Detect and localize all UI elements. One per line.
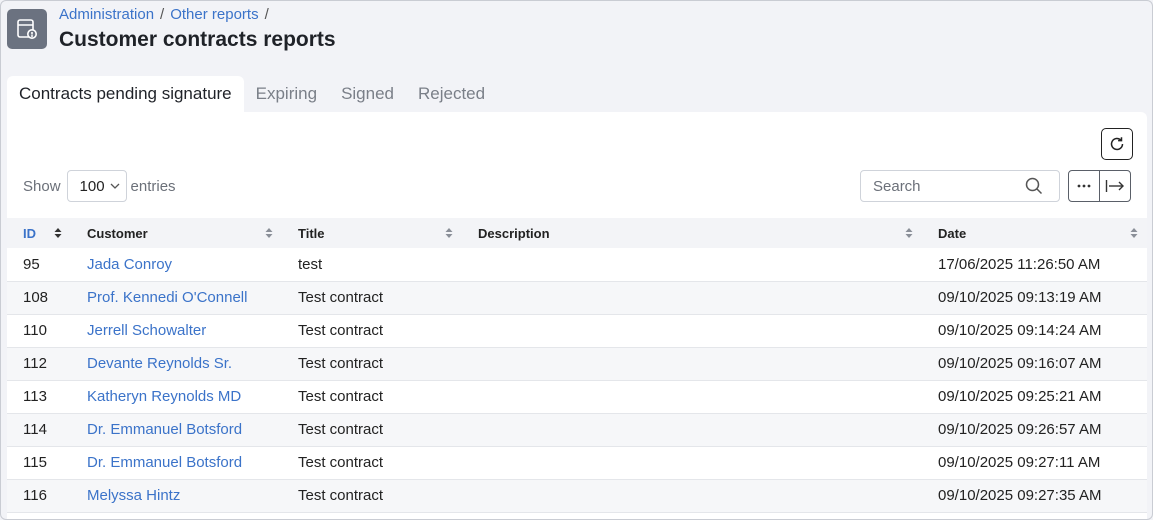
cell-description	[462, 413, 922, 446]
cell-title: Test contract	[298, 322, 384, 339]
table-row: 108 Prof. Kennedi O'Connell Test contrac…	[7, 281, 1147, 314]
refresh-button[interactable]	[1101, 128, 1133, 160]
customer-link[interactable]: Katheryn Reynolds MD	[87, 388, 241, 405]
cell-date: 17/06/2025 11:26:50 AM	[938, 255, 1101, 273]
customer-link[interactable]: Jada Conroy	[87, 256, 172, 273]
search-box	[860, 170, 1060, 202]
customer-link[interactable]: Dr. Emmanuel Botsford	[87, 421, 242, 438]
table-actions-group	[1068, 170, 1131, 202]
more-icon	[1077, 184, 1091, 188]
cell-title: Test contract	[298, 421, 384, 438]
customer-link[interactable]: Prof. Kennedi O'Connell	[87, 289, 247, 306]
entries-label: entries	[130, 177, 176, 195]
search-icon[interactable]	[1025, 177, 1043, 195]
entries-value: 100	[79, 177, 105, 195]
cell-id: 114	[23, 421, 47, 438]
customer-link[interactable]: Dr. Emmanuel Botsford	[87, 454, 242, 471]
table-header-row: ID Customer Title Description Date	[7, 218, 1147, 248]
cell-description	[462, 281, 922, 314]
more-button[interactable]	[1069, 171, 1099, 201]
page-header: Administration / Other reports / Customer c…	[7, 7, 1147, 67]
sort-icon	[1130, 228, 1138, 238]
table-row: 115 Dr. Emmanuel Botsford Test contract …	[7, 446, 1147, 479]
column-header-title[interactable]: Title	[282, 218, 462, 248]
cell-title: Test contract	[298, 454, 384, 471]
cell-id: 115	[23, 454, 47, 471]
cell-id: 110	[23, 322, 47, 339]
table-row: 116 Melyssa Hintz Test contract 09/10/20…	[7, 479, 1147, 512]
customer-link[interactable]: Devante Reynolds Sr.	[87, 355, 232, 372]
sort-icon	[445, 228, 453, 238]
cell-date: 09/10/2025 09:16:07 AM	[938, 355, 1102, 372]
tab-rejected[interactable]: Rejected	[406, 76, 497, 112]
cell-title: Test contract	[298, 289, 384, 306]
cell-description	[462, 380, 922, 413]
sort-icon	[905, 228, 913, 238]
cell-date: 09/10/2025 09:13:19 AM	[938, 289, 1102, 306]
cell-date: 09/10/2025 09:27:35 AM	[938, 487, 1102, 504]
breadcrumb-separator: /	[264, 6, 269, 23]
cell-id: 112	[23, 355, 47, 372]
cell-description	[462, 479, 922, 512]
column-header-description[interactable]: Description	[462, 218, 922, 248]
breadcrumb-other-reports[interactable]: Other reports	[170, 6, 258, 23]
cell-description	[462, 446, 922, 479]
cell-date: 09/10/2025 09:25:21 AM	[938, 388, 1102, 405]
page-title: Customer contracts reports	[59, 28, 336, 51]
breadcrumb-administration[interactable]: Administration	[59, 6, 154, 23]
cell-title: Test contract	[298, 487, 384, 504]
cell-title: Test contract	[298, 355, 384, 372]
refresh-icon	[1110, 137, 1124, 151]
cell-id: 108	[23, 289, 49, 306]
customer-link[interactable]: Melyssa Hintz	[87, 487, 180, 504]
cell-description	[462, 248, 922, 281]
chevron-down-icon	[110, 183, 120, 189]
cell-date: 09/10/2025 09:14:24 AM	[938, 322, 1102, 339]
breadcrumb: Administration / Other reports /	[59, 7, 275, 23]
report-panel: Show 100 entries Search ID Customer Titl…	[7, 112, 1147, 519]
customer-link[interactable]: Jerrell Schowalter	[87, 322, 206, 339]
table-row: 114 Dr. Emmanuel Botsford Test contract …	[7, 413, 1147, 446]
cell-description	[462, 314, 922, 347]
table-row: 95 Jada Conroy test 17/06/2025 11:26:50 …	[7, 248, 1147, 281]
cell-id: 116	[23, 487, 47, 504]
sort-icon	[265, 228, 273, 238]
table-row: 112 Devante Reynolds Sr. Test contract 0…	[7, 347, 1147, 380]
contracts-table: ID Customer Title Description Date 95 Ja…	[7, 218, 1147, 513]
cell-id: 95	[23, 255, 40, 273]
app-window: Administration / Other reports / Customer c…	[0, 0, 1153, 520]
sort-icon	[54, 228, 62, 238]
tab-expiring[interactable]: Expiring	[244, 76, 329, 112]
table-row: 113 Katheryn Reynolds MD Test contract 0…	[7, 380, 1147, 413]
cell-date: 09/10/2025 09:26:57 AM	[938, 421, 1102, 438]
column-header-date[interactable]: Date	[922, 218, 1147, 248]
export-icon	[1106, 180, 1125, 192]
export-button[interactable]	[1099, 171, 1130, 201]
cell-description	[462, 347, 922, 380]
cell-id: 113	[23, 388, 47, 405]
entries-control: Show 100 entries	[23, 170, 176, 202]
cell-title: test	[298, 255, 323, 273]
column-header-id[interactable]: ID	[7, 218, 71, 248]
table-row: 110 Jerrell Schowalter Test contract 09/…	[7, 314, 1147, 347]
tab-contracts-pending-signature[interactable]: Contracts pending signature	[7, 76, 244, 112]
report-icon	[7, 9, 47, 49]
entries-select[interactable]: 100	[66, 170, 127, 202]
column-header-customer[interactable]: Customer	[71, 218, 282, 248]
search-input[interactable]	[873, 177, 1025, 195]
cell-date: 09/10/2025 09:27:11 AM	[938, 454, 1101, 471]
breadcrumb-separator: /	[160, 6, 165, 23]
tab-signed[interactable]: Signed	[329, 76, 406, 112]
tab-bar: Contracts pending signature Expiring Sig…	[7, 76, 497, 112]
cell-title: Test contract	[298, 388, 384, 405]
show-label: Show	[23, 177, 61, 195]
